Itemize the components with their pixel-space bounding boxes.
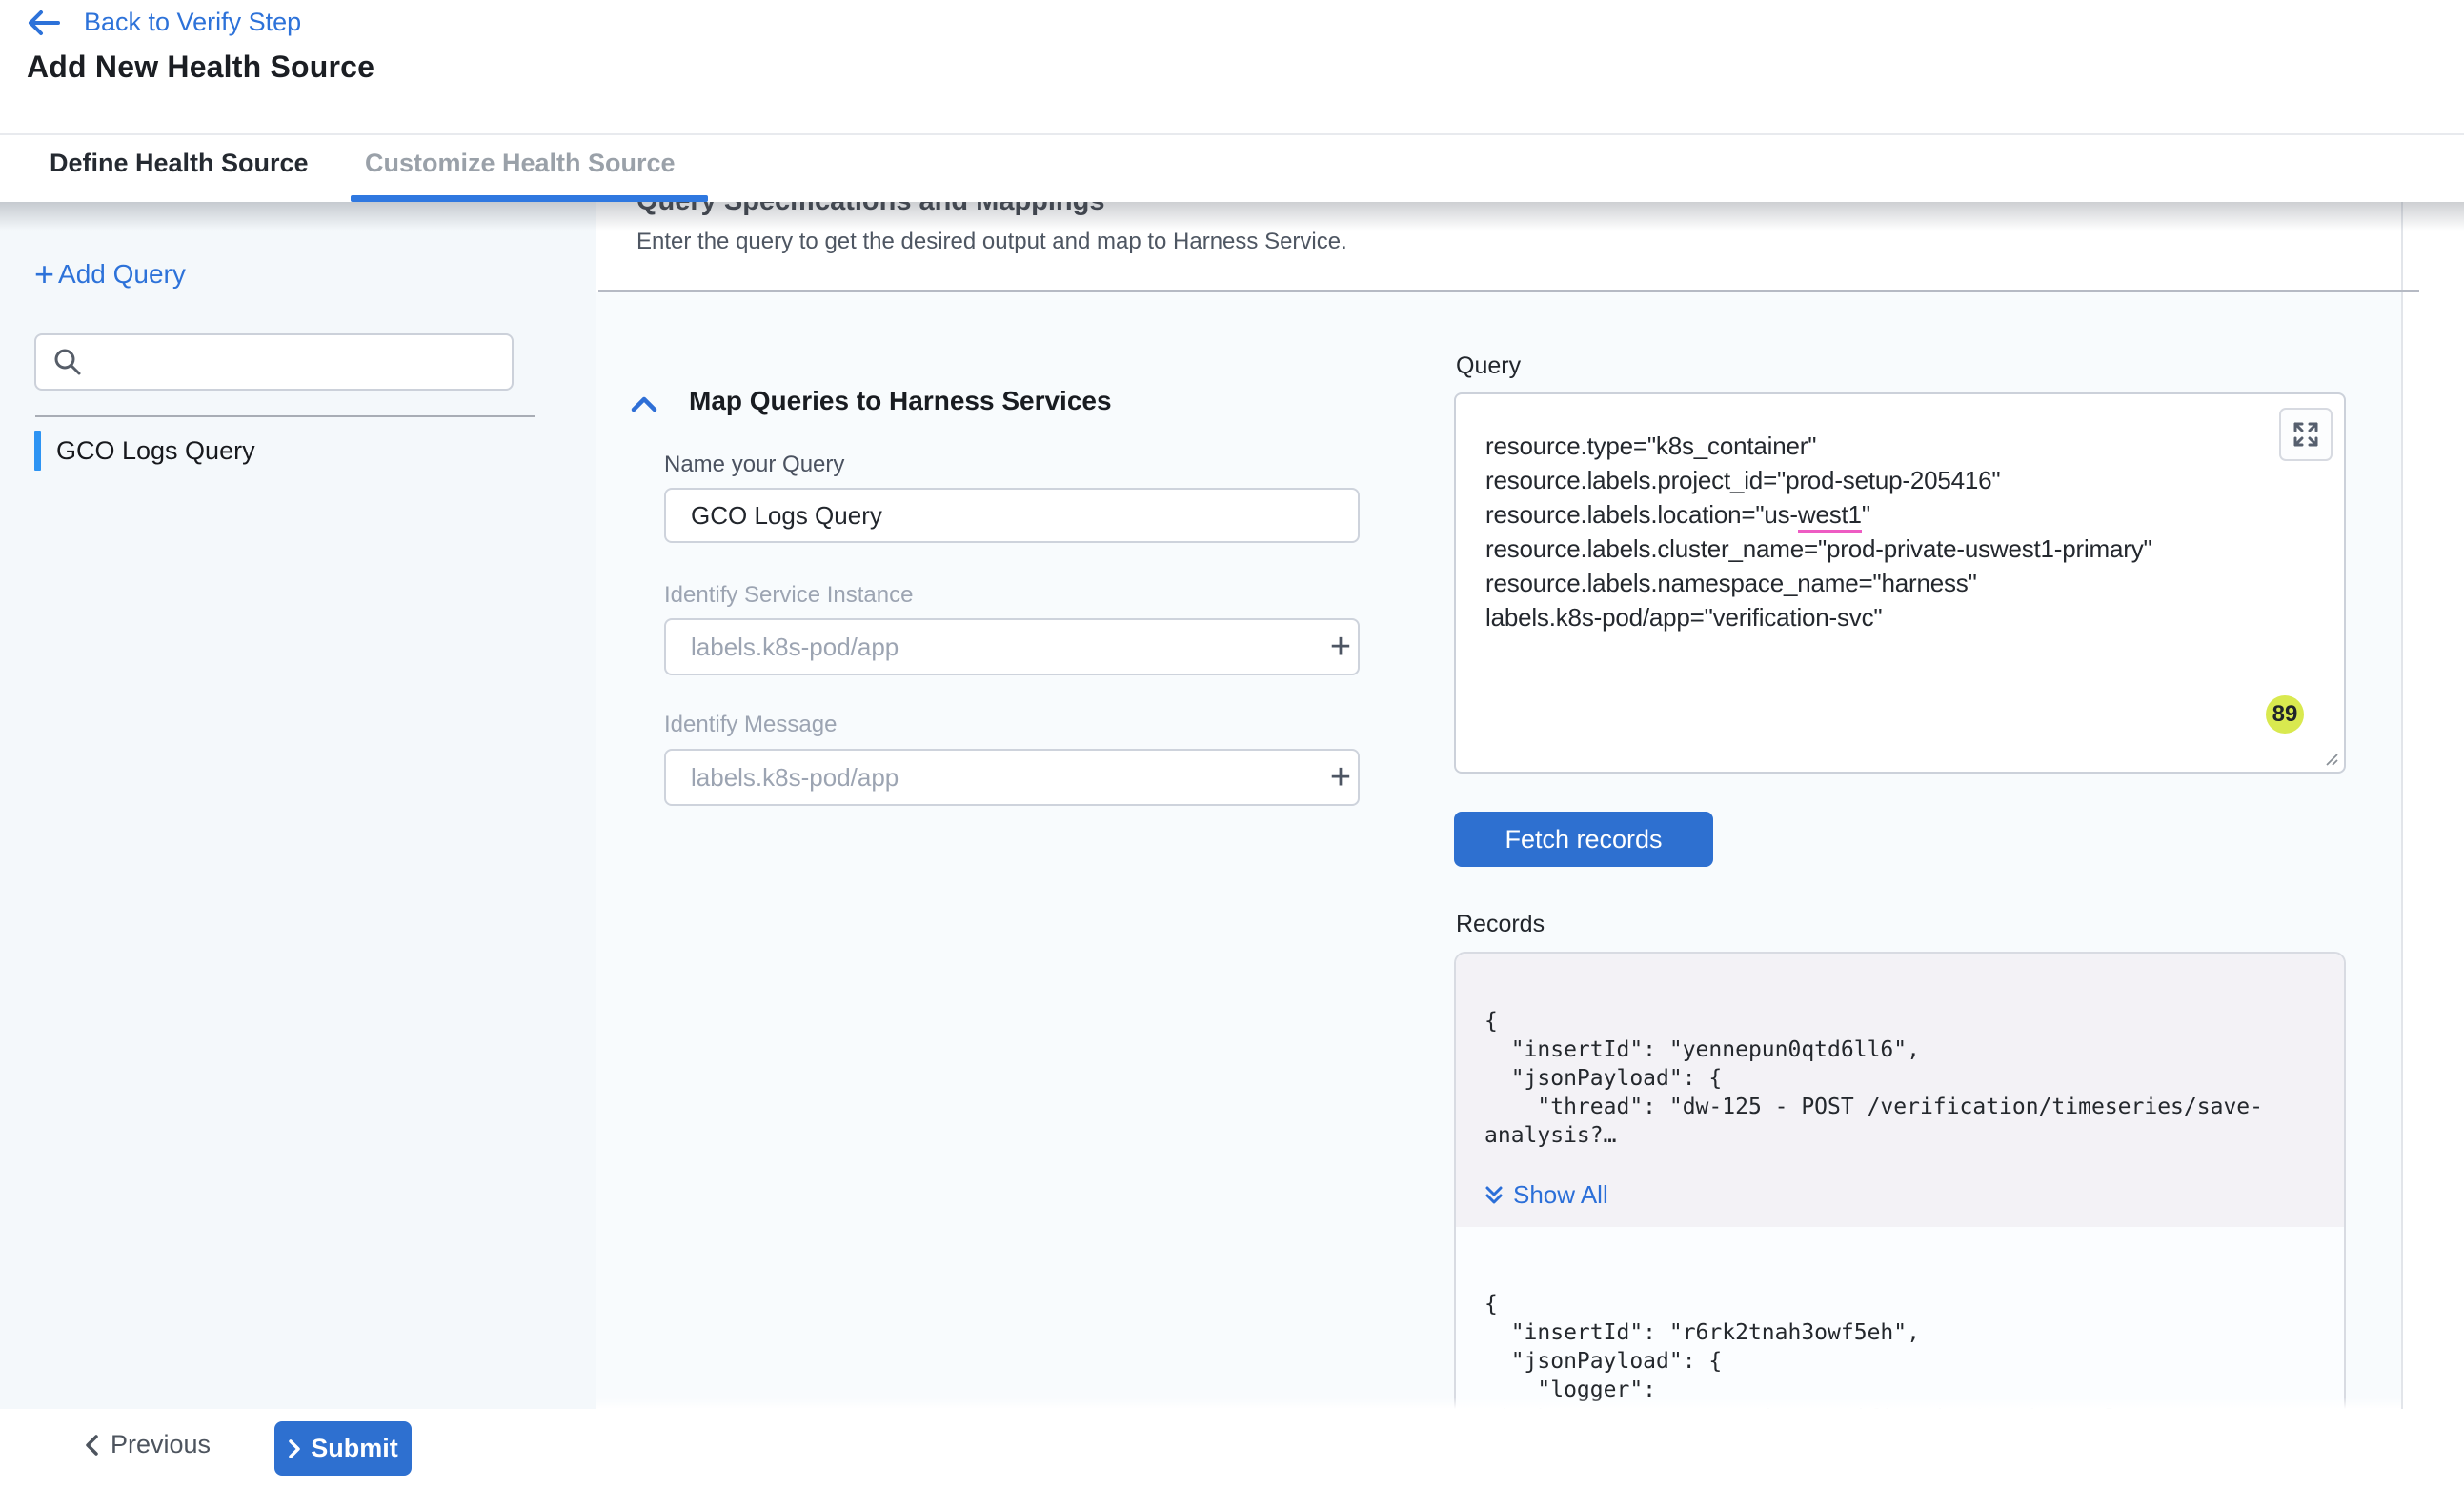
map-queries-section-header[interactable]: Map Queries to Harness Services (631, 386, 1112, 416)
query-textarea[interactable]: resource.type="k8s_container"resource.la… (1454, 392, 2346, 774)
records-label: Records (1456, 911, 1545, 938)
query-line-location: resource.labels.location="us-west1" (1485, 497, 2268, 532)
previous-label: Previous (111, 1430, 211, 1459)
tab-customize-health-source[interactable]: Customize Health Source (365, 149, 676, 178)
active-tab-indicator (351, 195, 708, 202)
main-content: Query Specifications and Mappings Enter … (596, 202, 2464, 1409)
record-2-json: { "insertId": "r6rk2tnah3owf5eh", "jsonP… (1484, 1290, 2319, 1409)
query-line: resource.labels.namespace_name="harness" (1485, 566, 2268, 600)
back-arrow-icon (27, 10, 61, 36)
add-query-button[interactable]: + Add Query (34, 257, 186, 292)
sidebar-item-gco-logs-query[interactable]: GCO Logs Query (0, 429, 534, 473)
tab-define-health-source[interactable]: Define Health Source (50, 149, 309, 178)
add-service-instance-button[interactable]: + (1320, 626, 1362, 668)
query-line: labels.k8s-pod/app="verification-svc" (1485, 600, 2268, 634)
tab-bar: Define Health Source Customize Health So… (0, 135, 2464, 202)
search-input[interactable] (93, 349, 512, 376)
back-link-label: Back to Verify Step (84, 8, 301, 37)
chevron-up-icon (631, 395, 657, 412)
record-json-line: { (1484, 1007, 2319, 1036)
query-item-label: GCO Logs Query (56, 436, 255, 466)
section-title: Query Specifications and Mappings (636, 202, 1105, 217)
chevron-left-icon (84, 1434, 99, 1457)
message-input[interactable] (664, 749, 1360, 806)
query-line: resource.labels.cluster_name="prod-priva… (1485, 532, 2268, 566)
page-title: Add New Health Source (27, 50, 374, 85)
fetch-records-button[interactable]: Fetch records (1454, 812, 1713, 867)
footer-bar: Previous Submit (0, 1409, 2464, 1488)
submit-label: Submit (311, 1434, 398, 1463)
scroll-viewport: + Add Query GCO Logs Query Query Specifi… (0, 202, 2464, 1409)
query-name-input[interactable] (664, 488, 1360, 543)
identify-message-label: Identify Message (664, 712, 837, 738)
add-query-label: Add Query (58, 259, 186, 290)
record-item-1: { "insertId": "yennepun0qtd6ll6", "jsonP… (1456, 954, 2344, 1227)
show-all-link[interactable]: Show All (1484, 1180, 1608, 1210)
query-label: Query (1456, 352, 1521, 380)
section-divider (598, 290, 2419, 292)
record-json-line: "thread": "dw-125 - POST /verification/t… (1484, 1093, 2319, 1121)
record-json-line: "jsonPayload": { (1484, 1064, 2319, 1093)
add-message-button[interactable]: + (1320, 756, 1362, 798)
record-json-line: "insertId": "yennepun0qtd6ll6", (1484, 1036, 2319, 1064)
record-item-2: { "insertId": "r6rk2tnah3owf5eh", "jsonP… (1484, 1290, 2319, 1409)
show-all-label: Show All (1513, 1180, 1608, 1210)
map-queries-title: Map Queries to Harness Services (689, 386, 1112, 416)
char-count-badge: 89 (2266, 695, 2304, 734)
spellcheck-underline: west1 (1798, 500, 1862, 533)
query-search-box (34, 333, 514, 391)
previous-button[interactable]: Previous (84, 1430, 211, 1459)
section-subtitle: Enter the query to get the desired outpu… (636, 229, 1347, 255)
name-query-label: Name your Query (664, 452, 844, 478)
resize-handle-icon[interactable] (2324, 752, 2339, 767)
record-1-json: { "insertId": "yennepun0qtd6ll6", "jsonP… (1484, 1007, 2319, 1150)
expand-query-button[interactable] (2279, 408, 2333, 461)
plus-icon: + (34, 257, 54, 292)
query-line: resource.type="k8s_container" (1485, 429, 2268, 463)
identify-service-instance-label: Identify Service Instance (664, 582, 913, 609)
records-container: { "insertId": "yennepun0qtd6ll6", "jsonP… (1454, 952, 2346, 1409)
app-root: Back to Verify Step Add New Health Sourc… (0, 0, 2464, 1488)
submit-button[interactable]: Submit (274, 1421, 412, 1476)
chevron-right-icon (288, 1438, 301, 1459)
search-icon (53, 348, 82, 376)
query-sidebar: + Add Query GCO Logs Query (0, 202, 596, 1409)
query-text: resource.type="k8s_container"resource.la… (1485, 429, 2268, 634)
record-json-line: { (1484, 1290, 2319, 1318)
sidebar-divider (35, 415, 535, 417)
scrollbar-gutter (2403, 202, 2464, 1409)
record-json-line: "jsonPayload": { (1484, 1347, 2319, 1376)
record-json-line: "insertId": "r6rk2tnah3owf5eh", (1484, 1318, 2319, 1347)
scroll-bottom-fade (596, 1398, 2401, 1409)
query-line: resource.labels.project_id="prod-setup-2… (1485, 463, 2268, 497)
record-json-line: analysis?… (1484, 1121, 2319, 1150)
selected-indicator-bar (34, 431, 41, 471)
back-link[interactable]: Back to Verify Step (27, 8, 301, 37)
expand-icon (2292, 420, 2320, 449)
double-chevron-down-icon (1484, 1185, 1504, 1206)
service-instance-input[interactable] (664, 618, 1360, 675)
scrollbar-track-line[interactable] (2401, 202, 2403, 1409)
